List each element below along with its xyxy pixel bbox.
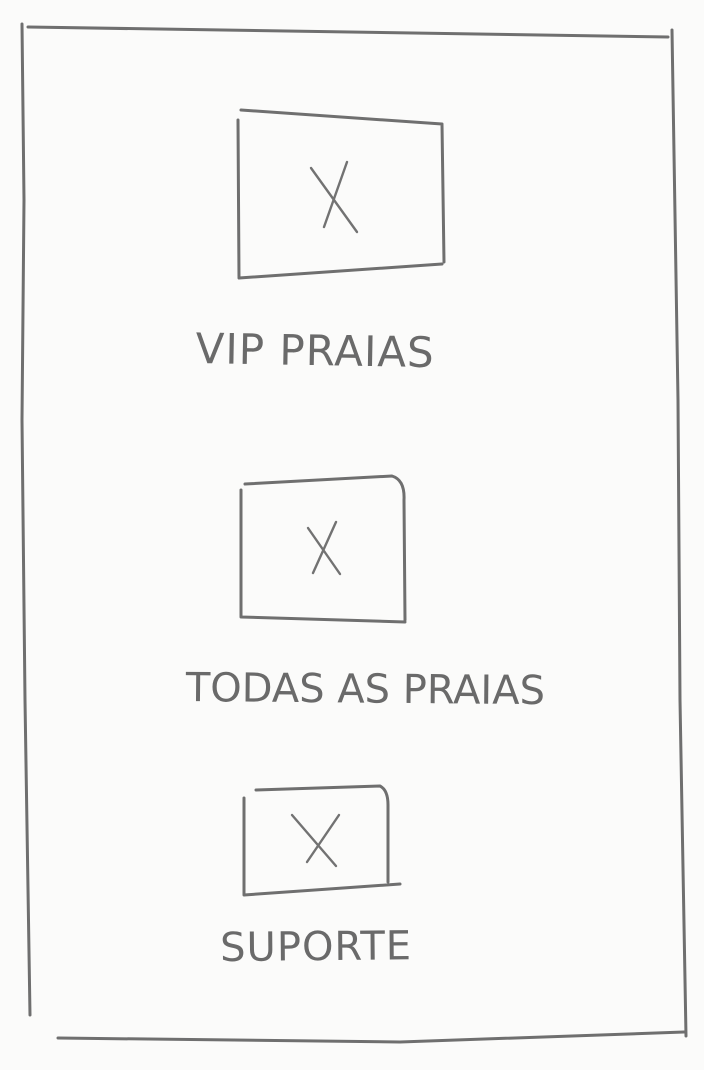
menu-item-todas-as-praias-label[interactable]: TODAS AS PRAIAS xyxy=(186,665,546,714)
image-placeholder-icon xyxy=(309,160,359,234)
sketch-canvas xyxy=(20,22,688,1044)
menu-item-vip-praias-label[interactable]: VIP PRAIAS xyxy=(195,324,435,377)
phone-screen-frame xyxy=(0,0,704,1070)
menu-item-suporte-image[interactable] xyxy=(242,784,402,897)
image-placeholder-box xyxy=(236,108,446,280)
screen-border xyxy=(20,22,688,1044)
image-placeholder-icon xyxy=(306,520,342,576)
image-placeholder-icon xyxy=(290,813,341,868)
menu-item-suporte-label[interactable]: SUPORTE xyxy=(220,923,412,971)
menu-item-vip-praias-image[interactable] xyxy=(236,108,446,280)
menu-item-todas-as-praias-image[interactable] xyxy=(239,474,407,624)
